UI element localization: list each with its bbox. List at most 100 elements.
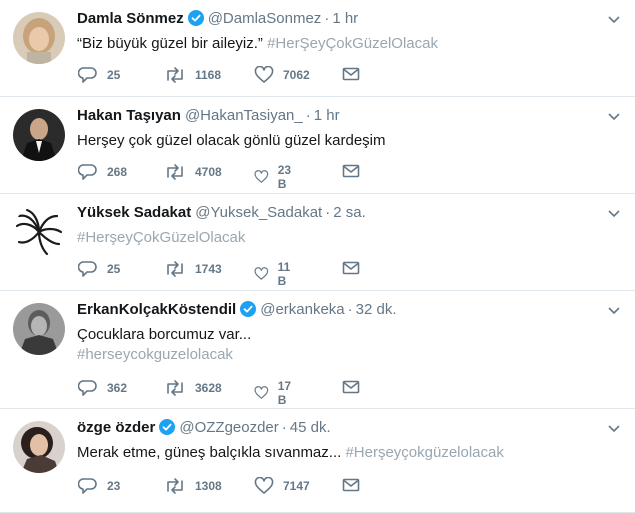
tweet[interactable]: özge özder @OZZgeozder · 45 dk. Merak etme,…	[0, 409, 635, 513]
timestamp[interactable]: 2 sa.	[333, 204, 366, 221]
like-count: 23 B	[277, 163, 292, 191]
retweet-button[interactable]: 1168	[164, 66, 221, 84]
like-button[interactable]: 7062	[254, 66, 310, 84]
like-button[interactable]: 7147	[254, 477, 310, 495]
heart-icon	[254, 170, 269, 183]
user-name[interactable]: özge özder	[77, 419, 155, 436]
user-handle[interactable]: @DamlaSonmez	[208, 10, 322, 27]
hashtag-link[interactable]: #herseycokguzelolacak	[77, 345, 251, 365]
user-name[interactable]: Yüksek Sadakat	[77, 204, 191, 221]
tweet-text: Herşey çok güzel olacak gönlü güzel kard…	[77, 131, 386, 151]
tweet-text: #HerşeyÇokGüzelOlacak	[77, 228, 245, 248]
tweet[interactable]: Damla Sönmez @DamlaSonmez · 1 hr “Biz büyük…	[0, 0, 635, 97]
hashtag-link[interactable]: #Herşeyçokgüzelolacak	[345, 444, 503, 461]
envelope-icon	[342, 261, 360, 275]
timestamp[interactable]: 45 dk.	[290, 419, 331, 436]
timeline: Damla Sönmez @DamlaSonmez · 1 hr “Biz büyük…	[0, 0, 635, 513]
separator-dot: ·	[305, 107, 311, 124]
timestamp[interactable]: 32 dk.	[356, 301, 397, 318]
retweet-icon	[167, 380, 183, 396]
heart-icon	[254, 386, 269, 399]
tweet[interactable]: Yüksek Sadakat @Yuksek_Sadakat · 2 sa. #Her…	[0, 194, 635, 291]
tweet-body: “Biz büyük güzel bir aileyiz.”	[77, 35, 263, 52]
tweet[interactable]: Hakan Taşıyan @HakanTasiyan_ · 1 hr Herşey …	[0, 97, 635, 194]
user-handle[interactable]: @HakanTasiyan_	[185, 107, 303, 124]
retweet-icon	[167, 67, 183, 83]
tweet-text: “Biz büyük güzel bir aileyiz.” #HerŞeyÇo…	[77, 34, 438, 54]
hashtag-link[interactable]: #HerŞeyÇokGüzelOlacak	[267, 35, 438, 52]
reply-count: 25	[107, 262, 121, 276]
user-handle[interactable]: @OZZgeozder	[179, 419, 278, 436]
avatar[interactable]	[13, 12, 65, 64]
avatar[interactable]	[13, 303, 65, 355]
chevron-down-icon[interactable]	[607, 421, 621, 439]
envelope-icon	[342, 67, 360, 81]
reply-button[interactable]: 25	[78, 260, 120, 278]
user-name[interactable]: Damla Sönmez	[77, 10, 184, 27]
message-button[interactable]	[342, 260, 360, 276]
like-button[interactable]: 23 B	[254, 163, 296, 191]
like-count: 7062	[283, 68, 310, 82]
chevron-down-icon[interactable]	[607, 12, 621, 30]
tweet-text: Merak etme, güneş balçıkla sıvanmaz... #…	[77, 443, 504, 463]
tweet-body: Çocuklara borcumuz var...	[77, 326, 252, 343]
retweet-button[interactable]: 1308	[164, 477, 222, 495]
tweet[interactable]: ErkanKolçakKöstendil @erkankeka · 32 dk. Ço…	[0, 291, 635, 409]
like-button[interactable]: 11 B	[254, 260, 296, 288]
reply-icon	[78, 67, 97, 83]
reply-icon	[78, 261, 97, 277]
like-button[interactable]: 17 B	[254, 379, 296, 407]
message-button[interactable]	[342, 379, 360, 395]
retweet-button[interactable]: 3628	[164, 379, 222, 397]
verified-badge-icon	[187, 10, 204, 31]
tweet-body: Merak etme, güneş balçıkla sıvanmaz...	[77, 444, 342, 461]
chevron-down-icon[interactable]	[607, 303, 621, 321]
retweet-icon	[167, 478, 183, 494]
chevron-down-icon[interactable]	[607, 109, 621, 127]
retweet-button[interactable]: 1743	[164, 260, 222, 278]
reply-icon	[78, 478, 97, 494]
hashtag-link[interactable]: #HerşeyÇokGüzelOlacak	[77, 229, 245, 246]
reply-button[interactable]: 25	[78, 66, 120, 84]
timestamp[interactable]: 1 hr	[332, 10, 358, 27]
avatar[interactable]	[13, 109, 65, 161]
retweet-count: 4708	[195, 165, 222, 179]
retweet-button[interactable]: 4708	[164, 163, 222, 181]
reply-button[interactable]: 23	[78, 477, 120, 495]
retweet-count: 1743	[195, 262, 222, 276]
reply-button[interactable]: 268	[78, 163, 127, 181]
heart-icon	[254, 66, 274, 83]
tweet-body: Herşey çok güzel olacak gönlü güzel kard…	[77, 132, 386, 149]
message-button[interactable]	[342, 163, 360, 179]
like-count: 17 B	[277, 379, 292, 407]
reply-icon	[78, 164, 97, 180]
retweet-icon	[167, 261, 183, 277]
retweet-count: 1168	[195, 68, 222, 82]
envelope-icon	[342, 478, 360, 492]
reply-count: 25	[107, 68, 121, 82]
reply-icon	[78, 380, 97, 396]
heart-icon	[254, 267, 269, 280]
message-button[interactable]	[342, 477, 360, 493]
tweet-text: Çocuklara borcumuz var... #herseycokguze…	[77, 325, 251, 365]
like-count: 11 B	[277, 260, 291, 288]
timestamp[interactable]: 1 hr	[314, 107, 340, 124]
envelope-icon	[342, 164, 360, 178]
avatar[interactable]	[13, 206, 65, 258]
heart-icon	[254, 477, 274, 494]
retweet-count: 1308	[195, 479, 222, 493]
message-button[interactable]	[342, 66, 360, 82]
avatar[interactable]	[13, 421, 65, 473]
like-count: 7147	[283, 479, 310, 493]
user-name[interactable]: ErkanKolçakKöstendil	[77, 301, 236, 318]
reply-count: 23	[107, 479, 121, 493]
user-handle[interactable]: @Yuksek_Sadakat	[195, 204, 322, 221]
reply-button[interactable]: 362	[78, 379, 127, 397]
reply-count: 362	[107, 381, 128, 395]
user-handle[interactable]: @erkankeka	[260, 301, 344, 318]
separator-dot: ·	[281, 419, 287, 436]
separator-dot: ·	[324, 10, 330, 27]
chevron-down-icon[interactable]	[607, 206, 621, 224]
user-name[interactable]: Hakan Taşıyan	[77, 107, 181, 124]
verified-badge-icon	[240, 301, 257, 322]
